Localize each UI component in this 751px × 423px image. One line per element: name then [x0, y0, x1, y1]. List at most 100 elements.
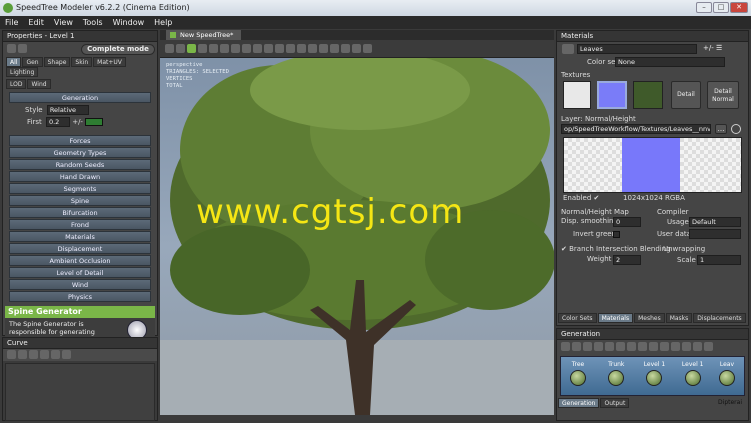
category-spine[interactable]: Spine [9, 195, 151, 206]
pointer-icon[interactable] [18, 44, 27, 53]
refresh-icon[interactable] [731, 124, 741, 134]
hand-icon[interactable] [562, 44, 574, 54]
node-leaves[interactable]: Leav [714, 361, 740, 386]
gen-tool-icon[interactable] [704, 342, 713, 351]
tab-color-sets[interactable]: Color Sets [558, 313, 597, 323]
tab-meshes[interactable]: Meshes [634, 313, 665, 323]
first-curve-swatch[interactable] [85, 118, 104, 126]
mode-selector[interactable]: Complete mode [81, 44, 155, 55]
tab-all[interactable]: All [6, 57, 22, 67]
gen-tool-icon[interactable] [682, 342, 691, 351]
node-tree[interactable]: Tree [565, 361, 591, 386]
category-physics[interactable]: Physics [9, 291, 151, 302]
tab-lighting[interactable]: Lighting [6, 67, 39, 77]
category-wind[interactable]: Wind [9, 279, 151, 290]
first-input[interactable]: 0.2 [45, 117, 70, 127]
toolbar-icon[interactable] [242, 44, 251, 53]
gen-tool-icon[interactable] [660, 342, 669, 351]
gen-tool-icon[interactable] [594, 342, 603, 351]
usage-dropdown[interactable]: Default [689, 217, 741, 227]
specular-texture-thumb[interactable] [633, 81, 663, 109]
diffuse-texture-thumb[interactable] [563, 81, 591, 109]
gen-tool-icon[interactable] [605, 342, 614, 351]
generation-header[interactable]: Generation [9, 92, 151, 103]
gen-tool-icon[interactable] [616, 342, 625, 351]
normal-texture-thumb[interactable] [597, 81, 627, 109]
material-name-dropdown[interactable]: Leaves [577, 44, 697, 54]
tab-wind[interactable]: Wind [27, 79, 51, 89]
texture-path-input[interactable]: op/SpeedTreeWorkflow/Textures/Leaves__nn… [561, 124, 711, 134]
toolbar-icon[interactable] [275, 44, 284, 53]
minimize-button[interactable]: – [696, 2, 712, 13]
blend-checkbox[interactable]: ✔ [561, 245, 569, 253]
toolbar-icon[interactable] [165, 44, 174, 53]
tab-displacements[interactable]: Displacements [693, 313, 746, 323]
toolbar-icon[interactable] [187, 44, 196, 53]
curve-editor[interactable] [5, 363, 155, 421]
category-frond[interactable]: Frond [9, 219, 151, 230]
gen-tool-icon[interactable] [649, 342, 658, 351]
menu-tools[interactable]: Tools [78, 16, 108, 29]
toolbar-icon[interactable] [286, 44, 295, 53]
detail-normal-button[interactable]: Detail Normal [707, 81, 739, 109]
toolbar-icon[interactable] [330, 44, 339, 53]
gen-tool-icon[interactable] [671, 342, 680, 351]
toolbar-icon[interactable] [319, 44, 328, 53]
tools-icon[interactable] [7, 44, 16, 53]
category-level-of-detail[interactable]: Level of Detail [9, 267, 151, 278]
browse-button[interactable]: … [715, 124, 727, 134]
curve-tool-icon[interactable] [51, 350, 60, 359]
category-bifurcation[interactable]: Bifurcation [9, 207, 151, 218]
curve-tool-icon[interactable] [29, 350, 38, 359]
toolbar-icon[interactable] [209, 44, 218, 53]
category-segments[interactable]: Segments [9, 183, 151, 194]
toolbar-icon[interactable] [341, 44, 350, 53]
gen-tool-icon[interactable] [638, 342, 647, 351]
category-displacement[interactable]: Displacement [9, 243, 151, 254]
menu-view[interactable]: View [49, 16, 78, 29]
menu-file[interactable]: File [0, 16, 23, 29]
close-button[interactable]: ✕ [730, 2, 748, 13]
toolbar-icon[interactable] [297, 44, 306, 53]
category-geometry-types[interactable]: Geometry Types [9, 147, 151, 158]
node-trunk[interactable]: Trunk [603, 361, 629, 386]
menu-help[interactable]: Help [149, 16, 177, 29]
toolbar-icon[interactable] [231, 44, 240, 53]
toolbar-icon[interactable] [176, 44, 185, 53]
node-level-1[interactable]: Level 1 [641, 361, 667, 386]
curve-tool-icon[interactable] [40, 350, 49, 359]
enabled-checkbox[interactable]: ✔ [594, 194, 600, 202]
curve-tool-icon[interactable] [7, 350, 16, 359]
tab-lod[interactable]: LOD [6, 79, 27, 89]
3d-viewport[interactable]: perspective TRIANGLES: SELECTED VERTICES… [160, 40, 554, 415]
color-set-dropdown[interactable]: None [615, 57, 725, 67]
toolbar-icon[interactable] [220, 44, 229, 53]
category-forces[interactable]: Forces [9, 135, 151, 146]
curve-tool-icon[interactable] [18, 350, 27, 359]
add-remove-material[interactable]: +/- ☰ [703, 44, 722, 52]
toolbar-icon[interactable] [264, 44, 273, 53]
toolbar-icon[interactable] [363, 44, 372, 53]
menu-edit[interactable]: Edit [23, 16, 49, 29]
tab-mat-uv[interactable]: Mat+UV [93, 57, 126, 67]
tab-shape[interactable]: Shape [43, 57, 71, 67]
toolbar-icon[interactable] [352, 44, 361, 53]
tab-gen[interactable]: Gen [22, 57, 43, 67]
toolbar-icon[interactable] [308, 44, 317, 53]
node-level-1-b[interactable]: Level 1 [680, 361, 706, 386]
category-hand-drawn[interactable]: Hand Drawn [9, 171, 151, 182]
scale-input[interactable]: 1 [697, 255, 741, 265]
disp-smoothing-input[interactable]: 0 [613, 217, 641, 227]
viewport-tab[interactable]: New SpeedTree* [166, 30, 242, 40]
maximize-button[interactable]: □ [713, 2, 729, 13]
weight-input[interactable]: 2 [613, 255, 641, 265]
style-dropdown[interactable]: Relative [46, 105, 89, 115]
toolbar-icon[interactable] [253, 44, 262, 53]
category-ambient-occlusion[interactable]: Ambient Occlusion [9, 255, 151, 266]
menu-window[interactable]: Window [108, 16, 150, 29]
gen-tool-icon[interactable] [693, 342, 702, 351]
tab-masks[interactable]: Masks [665, 313, 693, 323]
gen-tool-icon[interactable] [572, 342, 581, 351]
gen-tool-icon[interactable] [627, 342, 636, 351]
curve-tool-icon[interactable] [62, 350, 71, 359]
